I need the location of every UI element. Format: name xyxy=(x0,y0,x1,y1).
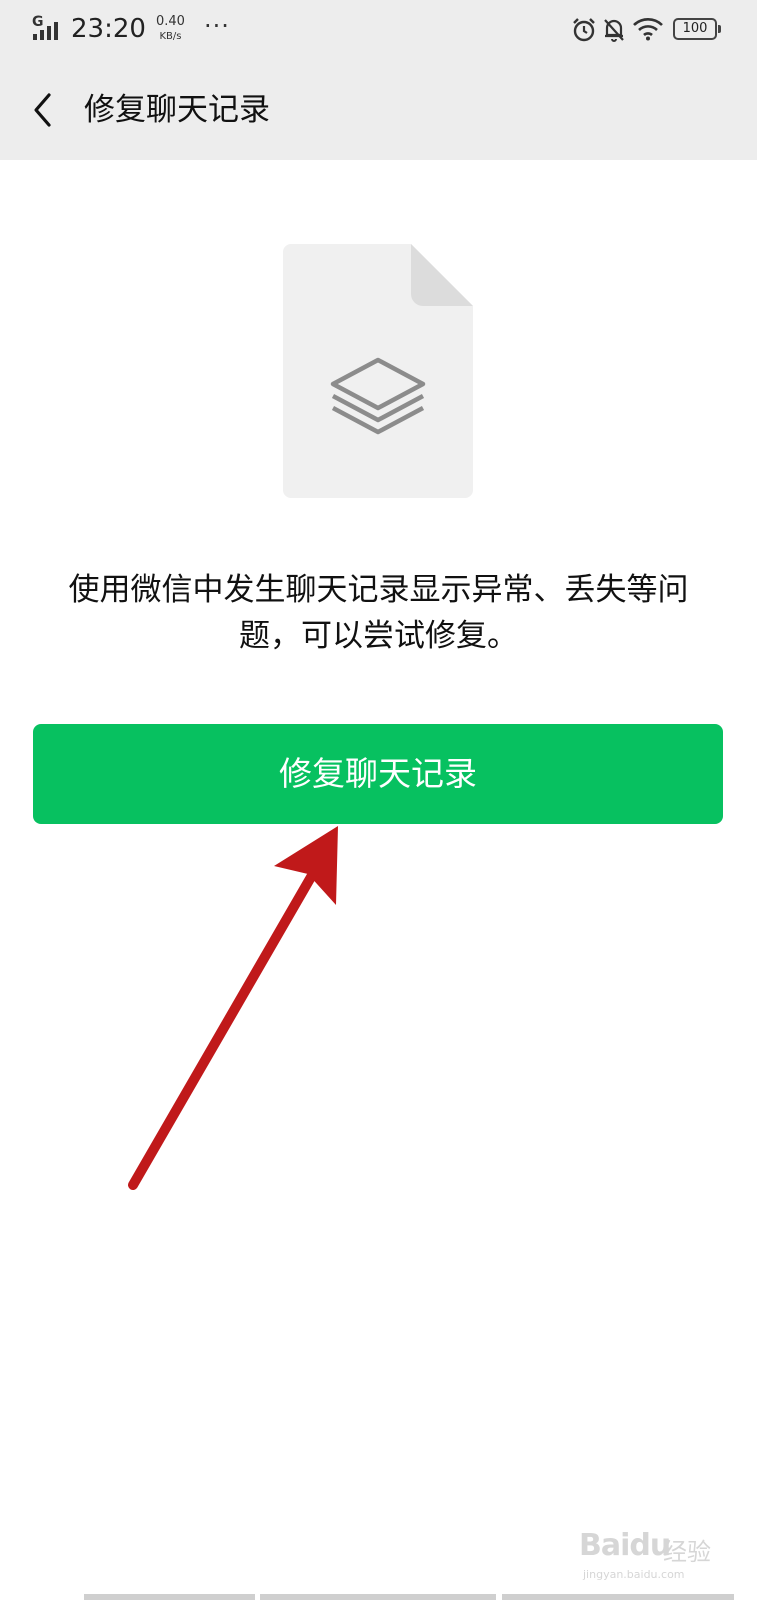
bottom-bar xyxy=(260,1594,496,1600)
status-time: 23:20 xyxy=(71,14,146,44)
repair-description: 使用微信中发生聊天记录显示异常、丢失等问题，可以尝试修复。 xyxy=(68,572,689,654)
network-speed: 0.40 KB/s xyxy=(156,14,185,44)
wifi-icon xyxy=(633,18,663,41)
arrow-shaft xyxy=(128,853,327,1190)
more-notifications-icon: ··· xyxy=(204,12,230,40)
repair-chat-history-button[interactable]: 修复聊天记录 xyxy=(33,724,723,824)
back-button[interactable] xyxy=(22,84,74,136)
network-speed-value: 0.40 xyxy=(156,14,185,29)
signal-icon: G xyxy=(32,14,64,44)
status-bar: G 23:20 0.40 KB/s ··· 100 xyxy=(0,0,757,60)
chevron-left-icon xyxy=(34,93,51,127)
arrow-head xyxy=(274,826,338,905)
bottom-bar xyxy=(84,1594,255,1600)
watermark-brand: Baidu xyxy=(579,1528,671,1563)
page-title: 修复聊天记录 xyxy=(84,92,270,128)
watermark-url: jingyan.baidu.com xyxy=(583,1568,685,1581)
bell-off-icon xyxy=(604,19,624,42)
document-layers-icon xyxy=(283,244,473,498)
baidu-jingyan-watermark: Baidu 经验 jingyan.baidu.com xyxy=(579,1522,719,1582)
battery-icon: 100 xyxy=(673,18,721,40)
bottom-edge-bars xyxy=(84,1594,734,1600)
watermark-cn: 经验 xyxy=(663,1538,711,1566)
network-speed-unit: KB/s xyxy=(159,31,182,42)
bottom-bar xyxy=(502,1594,734,1600)
navigation-bar: 修复聊天记录 xyxy=(0,60,757,160)
alarm-icon xyxy=(573,18,595,42)
